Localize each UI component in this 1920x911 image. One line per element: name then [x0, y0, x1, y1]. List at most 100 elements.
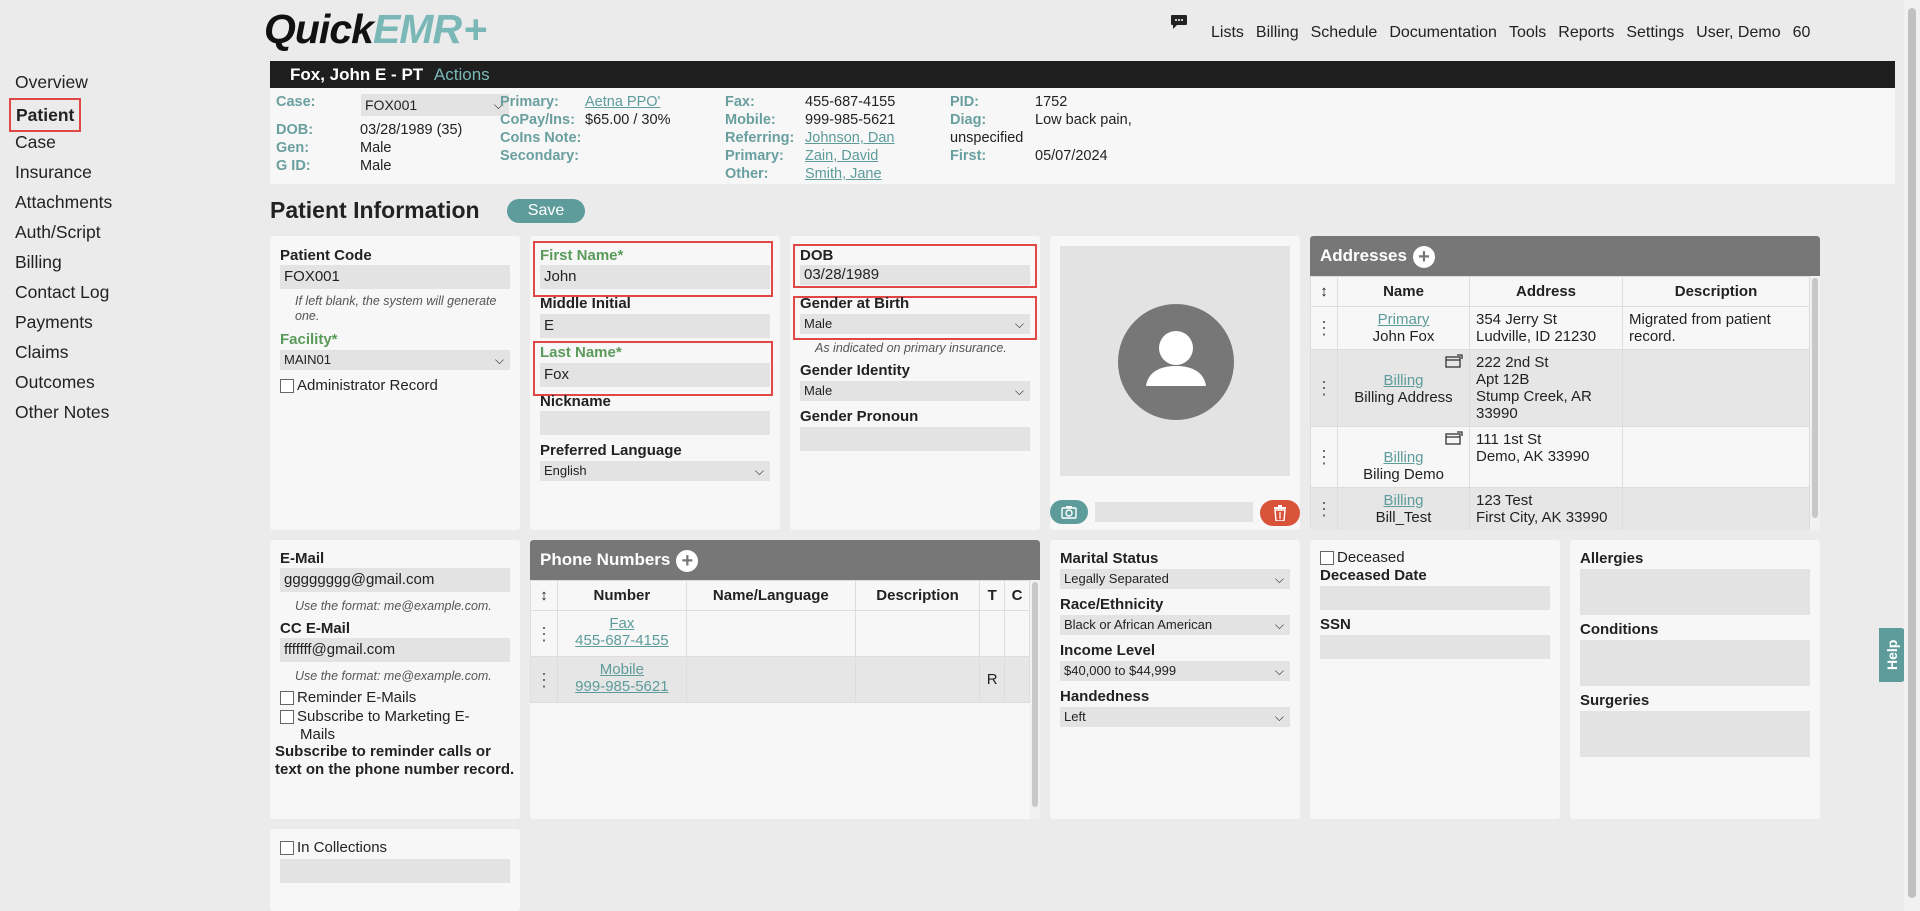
preferred-language-select[interactable]: English ⌵: [540, 461, 770, 481]
marketing-emails-checkbox[interactable]: Subscribe to Marketing E- Mails: [280, 708, 470, 744]
handedness-select[interactable]: Left ⌵: [1060, 707, 1290, 727]
drag-handle-icon[interactable]: ⋮: [1310, 487, 1338, 530]
ssn-input[interactable]: [1320, 635, 1550, 659]
address-line: 354 Jerry St: [1476, 311, 1557, 328]
phone-numbers-header: Phone Numbers +: [530, 540, 1040, 580]
sidebar-item-outcomes[interactable]: Outcomes: [15, 372, 95, 392]
gender-at-birth-select[interactable]: Male ⌵: [800, 314, 1030, 334]
in-collections-checkbox[interactable]: In Collections: [280, 839, 387, 856]
deceased-card: Deceased Deceased Date SSN: [1310, 540, 1560, 819]
mobile-value: 999-985-5621: [805, 112, 896, 128]
sort-handle-icon[interactable]: ↕: [1310, 276, 1338, 307]
race-select[interactable]: Black or African American ⌵: [1060, 615, 1290, 635]
phone-type-link[interactable]: Mobile: [564, 661, 680, 678]
app-logo[interactable]: QuickEMR+: [264, 6, 487, 53]
sidebar-item-patient[interactable]: Patient: [9, 98, 82, 132]
photo-area[interactable]: [1060, 246, 1290, 476]
primary-provider-link[interactable]: Zain, David: [805, 148, 878, 164]
conditions-textarea[interactable]: [1580, 640, 1810, 686]
gender-pronoun-input[interactable]: [800, 427, 1030, 451]
sidebar-item-claims[interactable]: Claims: [15, 342, 68, 362]
collections-input[interactable]: [280, 859, 510, 883]
surgeries-textarea[interactable]: [1580, 711, 1810, 757]
topnav-item-billing[interactable]: Billing: [1256, 24, 1299, 42]
nickname-input[interactable]: [540, 411, 770, 435]
address-type-link[interactable]: Billing: [1344, 372, 1463, 389]
sidebar-item-insurance[interactable]: Insurance: [15, 162, 92, 182]
table-row: ⋮ Fax 455-687-4155: [530, 610, 1030, 657]
help-tab[interactable]: Help: [1879, 628, 1905, 682]
topnav-item-tools[interactable]: Tools: [1509, 24, 1546, 42]
checkbox-icon: [280, 841, 294, 856]
deceased-date-input[interactable]: [1320, 586, 1550, 610]
primary-ins-link[interactable]: Aetna PPO': [585, 94, 660, 110]
drag-handle-icon[interactable]: ⋮: [530, 656, 558, 703]
last-name-input[interactable]: Fox: [540, 363, 770, 387]
marital-status-select[interactable]: Legally Separated ⌵: [1060, 569, 1290, 589]
drag-handle-icon[interactable]: ⋮: [1310, 426, 1338, 488]
sidebar-item-attachments[interactable]: Attachments: [15, 192, 112, 212]
phone-number-link[interactable]: 999-985-5621: [564, 678, 680, 695]
photo-filename-input[interactable]: [1095, 502, 1253, 522]
race-label: Race/Ethnicity: [1060, 596, 1164, 613]
facility-label: Facility*: [280, 331, 338, 348]
first-visit-value: 05/07/2024: [1035, 148, 1108, 164]
admin-record-checkbox[interactable]: Administrator Record: [280, 377, 438, 394]
topnav-item-schedule[interactable]: Schedule: [1311, 24, 1378, 42]
chat-icon[interactable]: [1170, 14, 1188, 34]
topnav-item-settings[interactable]: Settings: [1626, 24, 1684, 42]
cc-email-input[interactable]: fffffff@gmail.com: [280, 638, 510, 662]
phone-type-link[interactable]: Fax: [564, 615, 680, 632]
phone-numbers-card: Phone Numbers + ↕ Number Name/Language Descr…: [530, 540, 1040, 819]
actions-menu[interactable]: Actions: [434, 65, 490, 84]
column-header: T: [979, 580, 1006, 611]
sidebar-item-billing[interactable]: Billing: [15, 252, 62, 272]
conditions-label: Conditions: [1580, 621, 1659, 638]
phone-scrollbar[interactable]: [1030, 580, 1040, 819]
first-name-input[interactable]: John: [540, 265, 770, 289]
referring-link[interactable]: Johnson, Dan: [805, 130, 894, 146]
camera-button[interactable]: [1050, 500, 1088, 524]
patient-code-input[interactable]: FOX001: [280, 265, 510, 289]
allergies-textarea[interactable]: [1580, 569, 1810, 615]
phone-number-link[interactable]: 455-687-4155: [564, 632, 680, 649]
page-scrollbar[interactable]: [1904, 0, 1920, 911]
address-type-link[interactable]: Billing: [1344, 449, 1463, 466]
facility-select[interactable]: MAIN01 ⌵: [280, 350, 510, 370]
dob-input[interactable]: 03/28/1989: [800, 265, 1030, 285]
delete-photo-button[interactable]: [1260, 500, 1300, 526]
address-type-link[interactable]: Billing: [1344, 492, 1463, 509]
sidebar-item-overview[interactable]: Overview: [15, 72, 88, 92]
drag-handle-icon[interactable]: ⋮: [1310, 349, 1338, 427]
deceased-checkbox[interactable]: Deceased: [1320, 549, 1405, 566]
sort-handle-icon[interactable]: ↕: [530, 580, 558, 611]
save-button[interactable]: Save: [507, 199, 585, 223]
topnav-item-lists[interactable]: Lists: [1211, 24, 1244, 42]
topnav-item-60[interactable]: 60: [1793, 24, 1811, 42]
drag-handle-icon[interactable]: ⋮: [530, 610, 558, 657]
sidebar-item-contact-log[interactable]: Contact Log: [15, 282, 109, 302]
topnav-item-documentation[interactable]: Documentation: [1389, 24, 1497, 42]
sidebar-item-case[interactable]: Case: [15, 132, 56, 152]
topnav-item-user-demo[interactable]: User, Demo: [1696, 24, 1780, 42]
subscribe-note: Subscribe to reminder calls or text on t…: [275, 743, 515, 778]
last-name-label: Last Name*: [540, 344, 622, 361]
sidebar-item-payments[interactable]: Payments: [15, 312, 93, 332]
chevron-down-icon: ⌵: [1014, 384, 1024, 398]
income-level-select[interactable]: $40,000 to $44,999 ⌵: [1060, 661, 1290, 681]
topnav-item-reports[interactable]: Reports: [1558, 24, 1614, 42]
email-input[interactable]: gggggggg@gmail.com: [280, 568, 510, 592]
sidebar-item-auth-script[interactable]: Auth/Script: [15, 222, 101, 242]
middle-initial-input[interactable]: E: [540, 314, 770, 338]
cc-email-label: CC E-Mail: [280, 620, 351, 637]
add-phone-button[interactable]: +: [676, 549, 699, 572]
drag-handle-icon[interactable]: ⋮: [1310, 306, 1338, 350]
add-address-button[interactable]: +: [1412, 245, 1435, 268]
addresses-scrollbar[interactable]: [1810, 276, 1820, 530]
other-provider-link[interactable]: Smith, Jane: [805, 166, 882, 182]
sidebar-item-other-notes[interactable]: Other Notes: [15, 402, 109, 422]
gender-identity-select[interactable]: Male ⌵: [800, 381, 1030, 401]
reminder-emails-checkbox[interactable]: Reminder E-Mails: [280, 689, 416, 706]
address-type-link[interactable]: Primary: [1344, 311, 1463, 328]
case-select[interactable]: FOX001 ⌵: [361, 94, 509, 116]
